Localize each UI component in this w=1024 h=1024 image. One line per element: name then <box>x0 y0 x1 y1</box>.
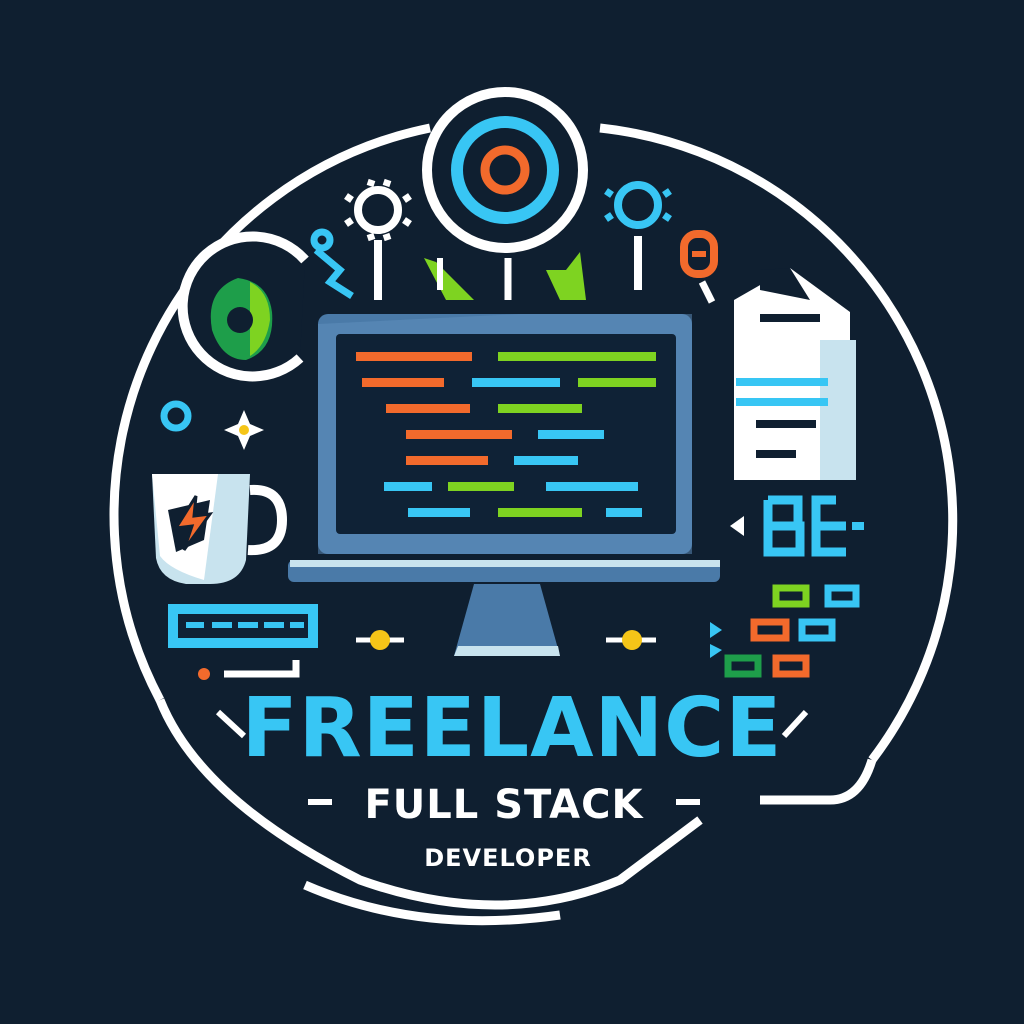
green-shield-icon <box>424 252 586 300</box>
green-shield-icon <box>177 231 309 382</box>
document-icon <box>734 268 856 480</box>
gear-icon <box>604 181 672 290</box>
code-lines-icon <box>730 495 864 557</box>
logo-subtitle: FULL STACK <box>364 782 644 828</box>
keyboard-icon <box>168 604 318 680</box>
coffee-mug-icon <box>152 474 288 584</box>
circuit-node-icon <box>310 228 354 299</box>
logo-title: FREELANCE <box>242 681 783 776</box>
target-icon <box>422 87 588 253</box>
gear-icon <box>344 178 412 300</box>
logo-illustration: FREELANCE FULL STACK DEVELOPER <box>109 87 958 926</box>
logo-tagline: DEVELOPER <box>424 844 592 872</box>
sparkle-icon <box>224 410 264 450</box>
circuit-node-icon <box>680 230 718 304</box>
circuit-node-icon <box>710 584 860 678</box>
logo-canvas: FREELANCE FULL STACK DEVELOPER <box>0 0 1024 1024</box>
circuit-node-icon <box>160 400 192 432</box>
